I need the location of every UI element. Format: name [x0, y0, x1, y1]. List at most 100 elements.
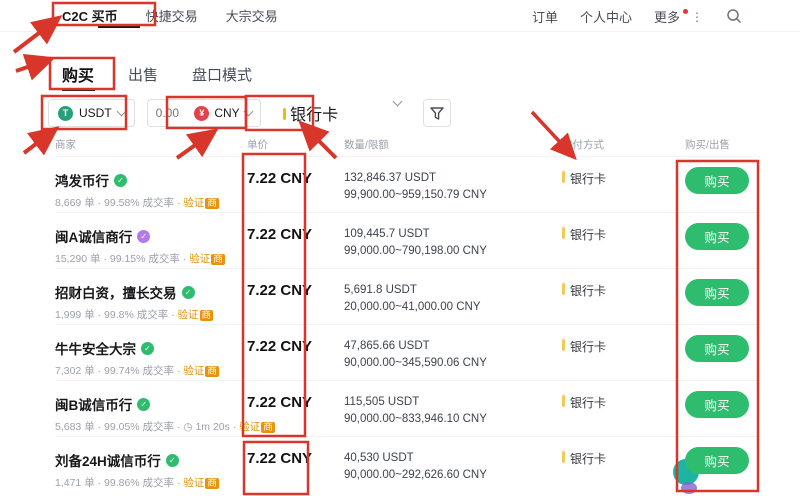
buy-button[interactable]: 购买 [685, 391, 749, 418]
table-row: 牛牛安全大宗✓ 7,302 单 · 99.74% 成交率 · 验证商 7.22 … [55, 325, 760, 381]
payment-color-bar [562, 227, 565, 239]
table-row: 招财白资，擅长交易 ✓ 1,999 单 · 99.8% 成交率 · 验证商 7.2… [55, 269, 760, 325]
limit-range: 90,000.00~833,946.10 CNY [344, 411, 562, 428]
buy-button[interactable]: 购买 [685, 167, 749, 194]
merchant-stats: 5,683 单 · 99.05% 成交率 · ◷ 1m 20s · 验证商 [55, 419, 247, 434]
fiat-select-value: CNY [214, 106, 239, 120]
payment-method: 银行卡 [570, 450, 606, 467]
merchant-name[interactable]: 刘备24H诚信币行 [55, 450, 161, 470]
offers-table: 商家 单价 数量/限额 支付方式 购买/出售 鸿发币行 ✓ 8,669 单 · 9… [55, 137, 760, 493]
merchant-stats: 1,471 单 · 99.86% 成交率 · 验证商 [55, 475, 247, 490]
verified-badge-icon: ✓ [114, 174, 127, 187]
table-row: 闽A诚信商行✓ 15,290 单 · 99.15% 成交率 · 验证商 7.22… [55, 213, 760, 269]
amount-input-group: ¥ CNY [147, 99, 261, 127]
payment-color-bar [283, 108, 286, 120]
annotation-arrow-buy-tab [16, 60, 48, 71]
header-amount-limit: 数量/限额 [344, 137, 562, 156]
available-amount: 47,865.66 USDT [344, 338, 562, 355]
buy-button[interactable]: 购买 [685, 447, 749, 474]
verified-tag: 验证商 [178, 309, 214, 321]
header-merchant: 商家 [55, 137, 247, 156]
payment-color-bar [562, 171, 565, 183]
filter-funnel-button[interactable] [423, 99, 451, 127]
price: 7.22 CNY [247, 213, 344, 268]
nav-item-express-trade[interactable]: 快捷交易 [146, 6, 198, 25]
buy-button[interactable]: 购买 [685, 279, 749, 306]
merchant-name[interactable]: 牛牛安全大宗 [55, 338, 136, 358]
payment-color-bar [562, 395, 565, 407]
price: 7.22 CNY [247, 269, 344, 324]
nav-item-account[interactable]: 个人中心 [580, 7, 632, 26]
filter-bar: T USDT ¥ CNY 银行卡 [48, 99, 451, 127]
annotation-arrow-usdt [24, 131, 53, 153]
chevron-down-icon [116, 107, 126, 117]
limit-range: 90,000.00~345,590.06 CNY [344, 355, 562, 372]
payment-method: 银行卡 [570, 394, 606, 411]
limit-range: 90,000.00~292,626.60 CNY [344, 467, 562, 484]
payment-method: 银行卡 [570, 282, 606, 299]
cny-coin-icon: ¥ [194, 106, 209, 121]
available-amount: 40,530 USDT [344, 450, 562, 467]
tab-sell[interactable]: 出售 [128, 64, 158, 85]
merchant-name[interactable]: 鸿发币行 [55, 170, 109, 190]
verified-badge-icon: ✓ [137, 398, 150, 411]
limit-range: 99,900.00~959,150.79 CNY [344, 187, 562, 204]
merchant-stats: 7,302 单 · 99.74% 成交率 · 验证商 [55, 363, 247, 378]
header-action: 购买/出售 [685, 137, 760, 156]
header-price: 单价 [247, 137, 344, 156]
header-payment: 支付方式 [562, 137, 685, 156]
payment-method: 银行卡 [570, 226, 606, 243]
price: 7.22 CNY [247, 325, 344, 380]
merchant-stats: 1,999 单 · 99.8% 成交率 · 验证商 [55, 307, 247, 322]
verified-badge-icon: ✓ [182, 286, 195, 299]
merchant-name[interactable]: 招财白资，擅长交易 [55, 282, 177, 302]
crypto-select[interactable]: T USDT [48, 99, 135, 127]
payment-color-bar [562, 339, 565, 351]
verified-tag: 验证商 [183, 197, 219, 209]
usdt-coin-icon: T [58, 106, 73, 121]
table-row: 刘备24H诚信币行 ✓ 1,471 单 · 99.86% 成交率 · 验证商 7.… [55, 437, 760, 493]
kebab-menu-icon: ⋮ [691, 10, 704, 24]
payment-method: 银行卡 [570, 338, 606, 355]
nav-active-underline [98, 26, 140, 28]
price: 7.22 CNY [247, 437, 344, 493]
tab-orderbook-mode[interactable]: 盘口模式 [192, 64, 252, 85]
notification-dot [683, 9, 688, 14]
chevron-down-icon [243, 107, 253, 117]
limit-range: 99,000.00~790,198.00 CNY [344, 243, 562, 260]
table-row: 闽B诚信币行 ✓ 5,683 单 · 99.05% 成交率 · ◷ 1m 20s … [55, 381, 760, 437]
merchant-stats: 8,669 单 · 99.58% 成交率 · 验证商 [55, 195, 247, 210]
payment-method: 银行卡 [570, 170, 606, 187]
payment-method-select[interactable]: 银行卡 [273, 101, 411, 125]
merchant-stats: 15,290 单 · 99.15% 成交率 · 验证商 [55, 251, 247, 266]
available-amount: 115,505 USDT [344, 394, 562, 411]
verified-tag: 验证商 [189, 253, 225, 265]
tab-active-underline [62, 88, 95, 91]
table-row: 鸿发币行✓ 8,669 单 · 99.58% 成交率 · 验证商 7.22 CN… [55, 157, 760, 213]
available-amount: 109,445.7 USDT [344, 226, 562, 243]
buy-button[interactable]: 购买 [685, 335, 749, 362]
crypto-select-value: USDT [79, 106, 112, 120]
search-icon[interactable] [726, 8, 742, 24]
trade-tabs: 购买 出售 盘口模式 [62, 62, 252, 86]
payment-select-value: 银行卡 [290, 107, 338, 124]
nav-item-c2c[interactable]: C2C 买币 [62, 6, 118, 25]
merchant-name[interactable]: 闽A诚信商行 [55, 226, 132, 246]
top-nav: C2C 买币 快捷交易 大宗交易 订单 个人中心 更多 ⋮ [0, 0, 800, 32]
limit-range: 20,000.00~41,000.00 CNY [344, 299, 562, 316]
amount-input[interactable] [156, 106, 190, 120]
available-amount: 5,691.8 USDT [344, 282, 562, 299]
nav-item-block-trade[interactable]: 大宗交易 [226, 6, 278, 25]
payment-color-bar [562, 283, 565, 295]
chevron-down-icon [392, 97, 402, 107]
verified-tag: 验证商 [183, 477, 219, 489]
fiat-select[interactable]: ¥ CNY [194, 106, 251, 121]
nav-item-orders[interactable]: 订单 [532, 7, 558, 26]
nav-item-more[interactable]: 更多 ⋮ [654, 7, 704, 26]
merchant-name[interactable]: 闽B诚信币行 [55, 394, 132, 414]
tab-buy[interactable]: 购买 [62, 62, 94, 86]
verified-badge-icon: ✓ [166, 454, 179, 467]
table-header: 商家 单价 数量/限额 支付方式 购买/出售 [55, 137, 760, 157]
payment-color-bar [562, 451, 565, 463]
buy-button[interactable]: 购买 [685, 223, 749, 250]
